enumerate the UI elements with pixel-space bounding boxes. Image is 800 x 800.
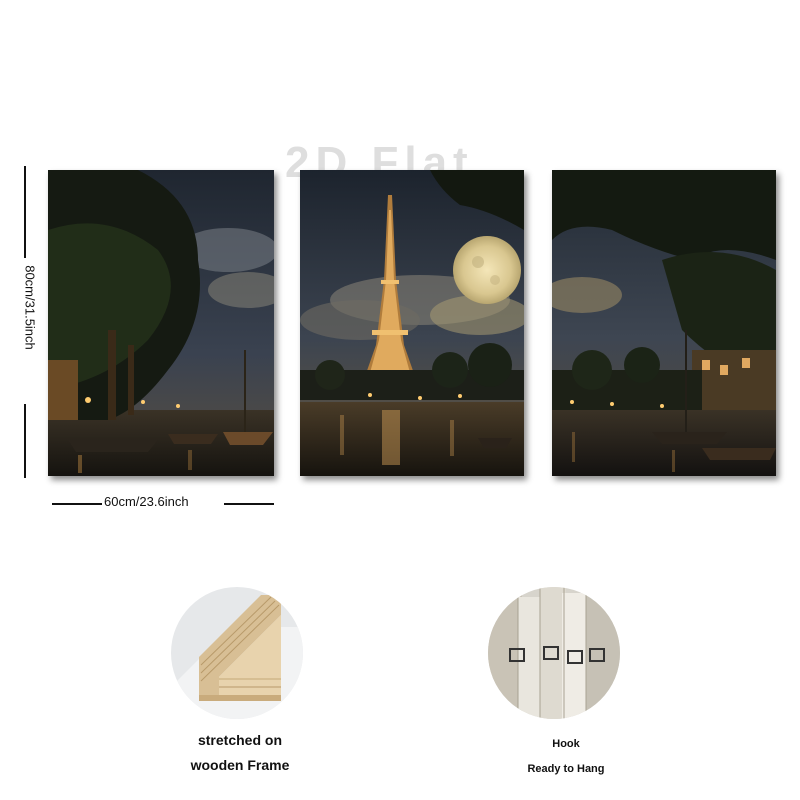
panel-left-image [48,170,274,476]
canvas-panel-left [48,170,274,476]
hook-caption-line2: Ready to Hang [527,763,605,775]
width-dimension-line-left [52,503,102,505]
wooden-frame-detail-photo [171,587,303,719]
panel-right-image [552,170,776,476]
width-dimension-label: 60cm/23.6inch [104,494,189,509]
frame-caption-line1: stretched on [197,732,282,748]
hook-caption-line1: Hook [552,738,580,750]
hook-detail-photo [488,587,620,719]
canvas-panel-center [300,170,524,476]
height-dimension-line-top [24,166,26,258]
width-dimension-line-right [224,503,274,505]
panel-center-image [300,170,524,476]
frame-caption-line2: wooden Frame [190,757,290,773]
height-dimension-label: 80cm/31.5inch [22,265,38,350]
height-dimension-line-bottom [24,404,26,478]
canvas-panel-right [552,170,776,476]
